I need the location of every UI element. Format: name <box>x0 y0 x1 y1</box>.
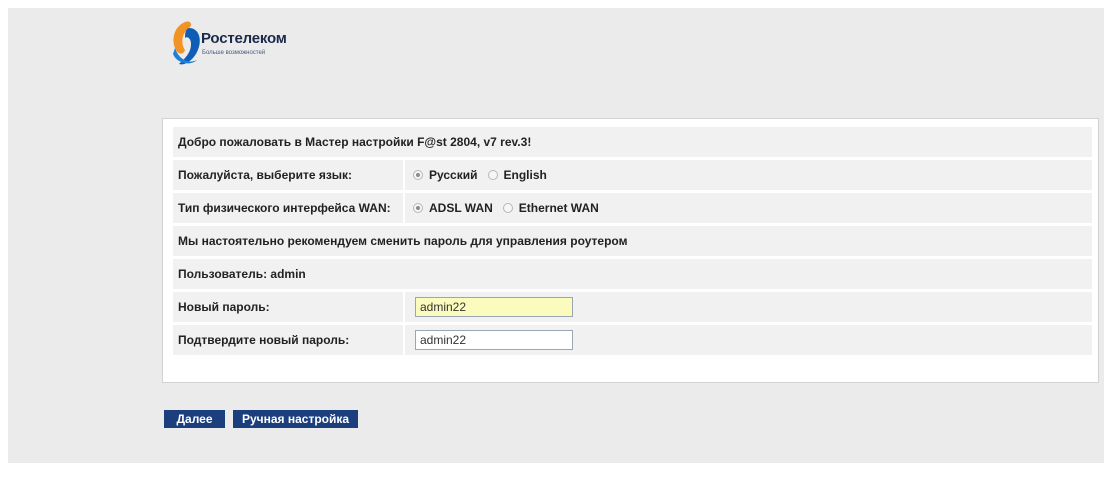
new-password-label: Новый пароль: <box>173 292 403 322</box>
radio-english[interactable] <box>487 170 498 180</box>
language-options: Русский English <box>405 160 1092 190</box>
manual-setup-button[interactable]: Ручная настройка <box>233 410 358 428</box>
setup-wizard-panel: Добро пожаловать в Мастер настройки F@st… <box>162 118 1099 383</box>
brand-name: Ростелеком <box>201 30 287 47</box>
radio-russian-label: Русский <box>429 168 478 182</box>
wan-option-adsl[interactable]: ADSL WAN <box>413 201 495 215</box>
brand-tagline: Больше возможностей <box>202 50 266 56</box>
confirm-password-cell <box>405 325 1092 355</box>
new-password-cell <box>405 292 1092 322</box>
radio-russian[interactable] <box>413 170 423 180</box>
language-row: Пожалуйста, выберите язык: Русский Engli… <box>173 160 1092 190</box>
confirm-password-input[interactable] <box>415 330 573 350</box>
new-password-input[interactable] <box>415 297 573 317</box>
language-label: Пожалуйста, выберите язык: <box>173 160 403 190</box>
wan-label: Тип физического интерфейса WAN: <box>173 193 403 223</box>
recommend-text: Мы настоятельно рекомендуем сменить паро… <box>173 226 1092 256</box>
wan-row: Тип физического интерфейса WAN: ADSL WAN… <box>173 193 1092 223</box>
confirm-password-label: Подтвердите новый пароль: <box>173 325 403 355</box>
new-password-row: Новый пароль: <box>173 292 1092 322</box>
radio-adsl-wan-label: ADSL WAN <box>429 201 493 215</box>
next-button[interactable]: Далее <box>164 410 225 428</box>
rostelecom-logo-icon <box>173 21 200 65</box>
welcome-row: Добро пожаловать в Мастер настройки F@st… <box>173 127 1092 157</box>
user-row: Пользователь: admin <box>173 259 1092 289</box>
wan-options: ADSL WAN Ethernet WAN <box>405 193 1092 223</box>
radio-ethernet-wan-label: Ethernet WAN <box>518 201 599 215</box>
confirm-password-row: Подтвердите новый пароль: <box>173 325 1092 355</box>
radio-adsl-wan[interactable] <box>413 203 423 213</box>
user-text: Пользователь: admin <box>173 259 1092 289</box>
recommend-row: Мы настоятельно рекомендуем сменить паро… <box>173 226 1092 256</box>
radio-ethernet-wan[interactable] <box>502 203 513 213</box>
language-option-russian[interactable]: Русский <box>413 168 480 182</box>
language-option-english[interactable]: English <box>487 168 549 182</box>
welcome-text: Добро пожаловать в Мастер настройки F@st… <box>173 127 1092 157</box>
wan-option-ethernet[interactable]: Ethernet WAN <box>502 201 601 215</box>
rostelecom-logo: Ростелеком Больше возможностей <box>171 20 351 70</box>
radio-english-label: English <box>503 168 547 182</box>
